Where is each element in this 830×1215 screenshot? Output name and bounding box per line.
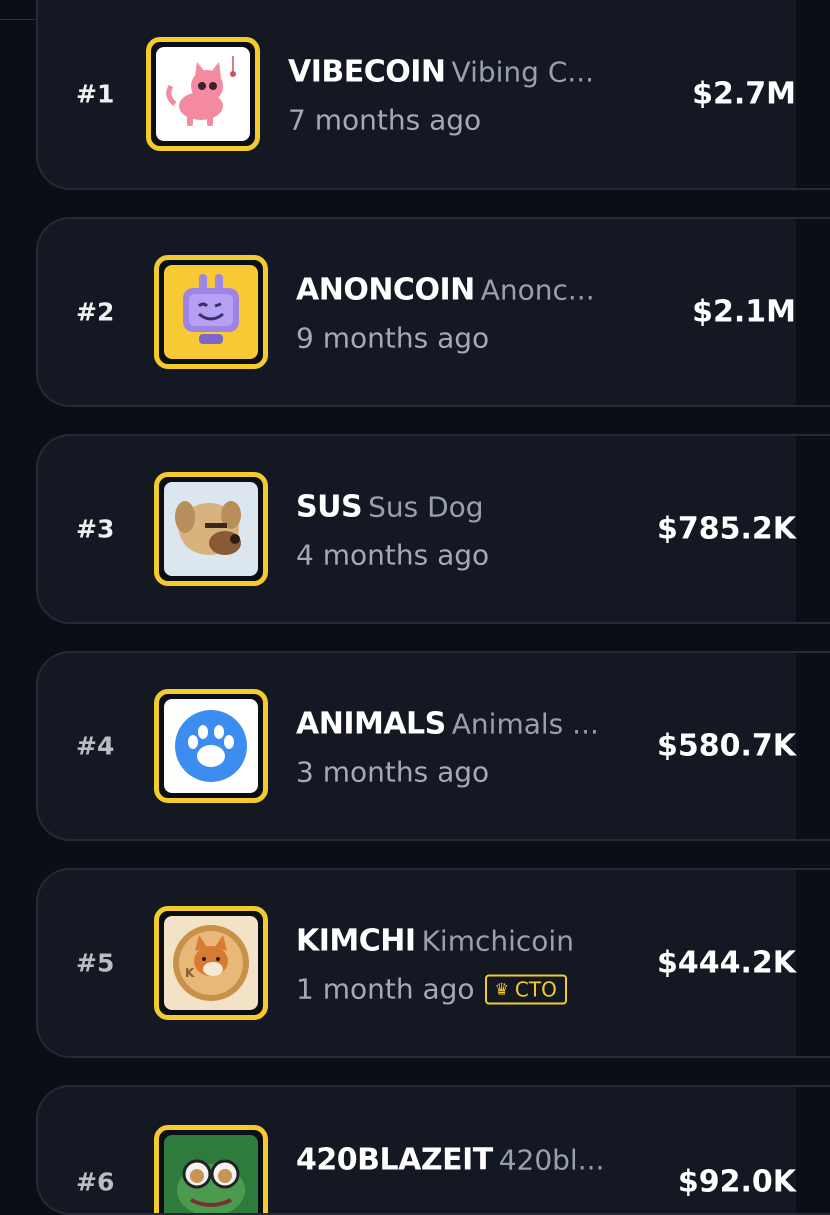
coin-age: 1 month ago ♛ CTO bbox=[296, 973, 567, 1006]
cat-icon bbox=[156, 47, 250, 141]
rank-label: #4 bbox=[76, 731, 115, 761]
coin-age: 4 months ago bbox=[296, 539, 489, 572]
cto-badge: ♛ CTO bbox=[484, 974, 567, 1004]
coin-avatar bbox=[154, 689, 268, 803]
coin-title: SUS Sus Dog bbox=[296, 490, 484, 525]
coin-row[interactable]: #2 ANONCOIN Anonc... 9 months ago $2.1M bbox=[36, 217, 830, 407]
coin-avatar bbox=[154, 1125, 268, 1213]
coin-title: VIBECOIN Vibing C... bbox=[288, 55, 594, 90]
coin-name: Anonc... bbox=[480, 273, 595, 307]
coin-ticker: VIBECOIN bbox=[288, 54, 446, 90]
rank-label: #2 bbox=[76, 297, 115, 327]
coin-age-text: 3 months ago bbox=[296, 755, 490, 789]
dog-icon bbox=[164, 482, 258, 576]
coin-title: ANONCOIN Anonc... bbox=[296, 273, 595, 308]
coin-ticker: SUS bbox=[296, 489, 363, 525]
coin-name: 420bl... bbox=[498, 1143, 605, 1177]
coin-age-text: 1 month ago bbox=[296, 972, 475, 1006]
shiba-coin-icon: K bbox=[164, 916, 258, 1010]
coin-avatar bbox=[146, 37, 260, 151]
crown-icon: ♛ bbox=[494, 979, 509, 999]
market-cap: $444.2K bbox=[656, 945, 796, 981]
robot-tv-icon bbox=[164, 265, 258, 359]
coin-ticker: KIMCHI bbox=[296, 923, 416, 959]
market-cap: $92.0K bbox=[677, 1164, 796, 1200]
coin-name: Vibing C... bbox=[451, 55, 595, 89]
rank-label: #5 bbox=[76, 948, 115, 978]
rank-label: #3 bbox=[76, 514, 115, 544]
coin-title: ANIMALS Animals ... bbox=[296, 707, 599, 742]
coin-row[interactable]: #1 VIBECOIN Vibing C... 7 months ago $2.… bbox=[36, 0, 830, 190]
cto-badge-label: CTO bbox=[514, 977, 557, 1001]
coin-ticker: ANIMALS bbox=[296, 706, 446, 742]
svg-text:K: K bbox=[185, 966, 195, 980]
market-cap: $2.1M bbox=[692, 294, 796, 330]
coin-age: 3 months ago bbox=[296, 756, 489, 789]
coin-ticker: ANONCOIN bbox=[296, 272, 475, 308]
coin-leaderboard-list: #1 VIBECOIN Vibing C... 7 months ago $2.… bbox=[0, 0, 830, 1215]
frog-icon bbox=[164, 1135, 258, 1213]
coin-name: Kimchicoin bbox=[421, 924, 574, 958]
coin-name: Sus Dog bbox=[368, 490, 484, 524]
coin-row[interactable]: #4 ANIMALS Animals ... 3 months ago $580.… bbox=[36, 651, 830, 841]
rank-label: #1 bbox=[76, 79, 115, 109]
coin-age-text: 9 months ago bbox=[296, 321, 490, 355]
coin-age-text: 4 months ago bbox=[296, 538, 490, 572]
coin-title: 420BLAZEIT 420bl... bbox=[296, 1143, 604, 1178]
paw-icon bbox=[164, 699, 258, 793]
market-cap: $2.7M bbox=[692, 76, 796, 112]
coin-row[interactable]: #6 420BLAZEIT 420bl... $92.0K bbox=[36, 1085, 830, 1215]
coin-ticker: 420BLAZEIT bbox=[296, 1142, 493, 1178]
coin-avatar bbox=[154, 255, 268, 369]
coin-avatar bbox=[154, 472, 268, 586]
coin-age: 7 months ago bbox=[288, 104, 481, 137]
coin-title: KIMCHI Kimchicoin bbox=[296, 924, 574, 959]
coin-age: 9 months ago bbox=[296, 322, 489, 355]
market-cap: $785.2K bbox=[656, 511, 796, 547]
coin-row[interactable]: #3 SUS Sus Dog 4 months ago $785.2K bbox=[36, 434, 830, 624]
coin-row[interactable]: #5 K KIMCHI Kimchicoin 1 month ago ♛ CTO… bbox=[36, 868, 830, 1058]
market-cap: $580.7K bbox=[656, 728, 796, 764]
coin-avatar: K bbox=[154, 906, 268, 1020]
coin-name: Animals ... bbox=[451, 707, 599, 741]
coin-age-text: 7 months ago bbox=[288, 103, 482, 137]
rank-label: #6 bbox=[76, 1167, 115, 1197]
